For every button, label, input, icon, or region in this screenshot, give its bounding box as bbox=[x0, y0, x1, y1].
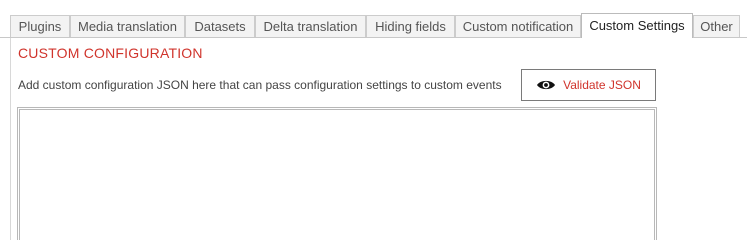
validate-json-label: Validate JSON bbox=[563, 78, 641, 92]
custom-settings-page: Plugins Media translation Datasets Delta… bbox=[0, 0, 747, 240]
section-title: CUSTOM CONFIGURATION bbox=[18, 45, 203, 61]
validate-json-button[interactable]: Validate JSON bbox=[521, 69, 656, 101]
tab-custom-settings[interactable]: Custom Settings bbox=[581, 13, 693, 38]
tab-other[interactable]: Other bbox=[693, 15, 740, 37]
tab-plugins[interactable]: Plugins bbox=[10, 15, 70, 37]
tab-hiding-fields[interactable]: Hiding fields bbox=[366, 15, 455, 37]
tab-delta-translation[interactable]: Delta translation bbox=[255, 15, 366, 37]
custom-settings-panel: CUSTOM CONFIGURATION Add custom configur… bbox=[10, 38, 747, 240]
custom-config-json-editor[interactable] bbox=[17, 107, 657, 240]
section-description: Add custom configuration JSON here that … bbox=[18, 78, 502, 92]
tab-custom-notification[interactable]: Custom notification bbox=[455, 15, 581, 37]
tab-datasets[interactable]: Datasets bbox=[185, 15, 255, 37]
tab-strip: Plugins Media translation Datasets Delta… bbox=[0, 13, 747, 38]
eye-icon bbox=[537, 80, 556, 90]
tab-media-translation[interactable]: Media translation bbox=[70, 15, 185, 37]
